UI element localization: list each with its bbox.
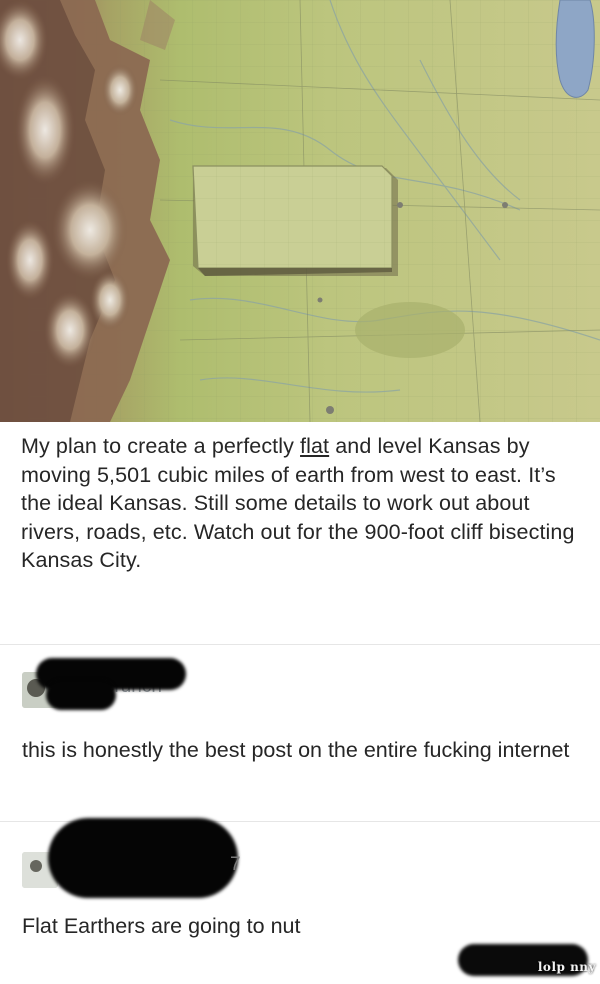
post-caption: My plan to create a perfectly flat and l… [21, 432, 581, 575]
ozarks [355, 302, 465, 358]
post: My plan to create a perfectly flat and l… [0, 0, 600, 984]
comment-2-text: Flat Earthers are going to nut [22, 914, 301, 938]
flat-kansas-plateau [192, 165, 398, 276]
flat-link[interactable]: flat [300, 434, 329, 458]
caption-text-start: My plan to create a perfectly [21, 434, 301, 458]
divider [0, 644, 600, 645]
comment-1-header: lleafcrunch [22, 658, 222, 712]
comment-2-username[interactable]: 7 [230, 854, 241, 876]
redaction-mark [46, 680, 116, 710]
redaction-mark [48, 818, 238, 898]
comment-1-text: this is honestly the best post on the en… [22, 738, 570, 762]
comment-2-header: 7 [22, 818, 262, 898]
watermark-text: lolp nny [537, 960, 596, 974]
kansas-relief-map [0, 0, 600, 422]
watermark: lolp nny [450, 944, 600, 984]
lake-michigan [555, 0, 595, 98]
